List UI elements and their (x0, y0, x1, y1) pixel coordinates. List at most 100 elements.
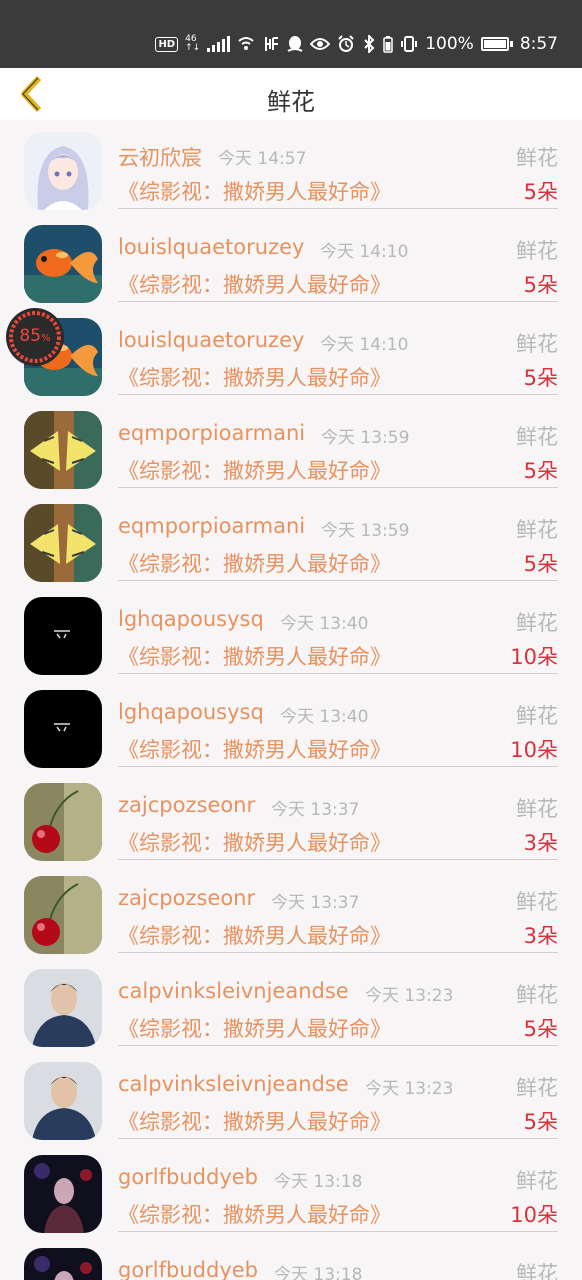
book-title-link[interactable]: 《综影视：撒娇男人最好命》 (118, 827, 391, 857)
sender-name[interactable]: zajcpozseonr (118, 793, 255, 817)
gift-type: 鲜花 (516, 1169, 558, 1193)
divider (118, 859, 558, 860)
gift-time: 今天 13:37 (271, 893, 360, 913)
gift-type: 鲜花 (516, 146, 558, 170)
avatar[interactable] (24, 969, 102, 1047)
app-header: 鲜花 (0, 68, 582, 120)
avatar[interactable] (24, 876, 102, 954)
gift-list-item[interactable]: zajcpozseonr 今天 13:37 鲜花 《综影视：撒娇男人最好命》 3… (0, 864, 582, 957)
wifi-call-icon (237, 33, 255, 55)
book-title-link[interactable]: 《综影视：撒娇男人最好命》 (118, 641, 391, 671)
book-title-link[interactable]: 《综影视：撒娇男人最好命》 (118, 176, 391, 206)
divider (118, 580, 558, 581)
divider (118, 487, 558, 488)
avatar[interactable] (24, 1062, 102, 1140)
book-title-link[interactable]: 《综影视：撒娇男人最好命》 (118, 269, 391, 299)
gift-quantity: 5朵 (523, 366, 558, 390)
gift-time: 今天 13:37 (271, 800, 360, 820)
book-title-link[interactable]: 《综影视：撒娇男人最好命》 (118, 548, 391, 578)
avatar[interactable] (24, 690, 102, 768)
gift-list-item[interactable]: eqmporpioarmani 今天 13:59 鲜花 《综影视：撒娇男人最好命… (0, 492, 582, 585)
sender-name[interactable]: louislquaetoruzey (118, 328, 304, 352)
avatar[interactable] (24, 132, 102, 210)
sender-name[interactable]: gorlfbuddyeb (118, 1258, 258, 1280)
sender-name[interactable]: lghqapousysq (118, 700, 264, 724)
sender-name[interactable]: 云初欣宸 (118, 142, 202, 172)
gift-time: 今天 13:59 (321, 428, 410, 448)
gift-type: 鲜花 (516, 239, 558, 263)
book-title-link[interactable]: 《综影视：撒娇男人最好命》 (118, 734, 391, 764)
book-title-link[interactable]: 《综影视：撒娇男人最好命》 (118, 1106, 391, 1136)
gift-quantity: 10朵 (510, 645, 558, 669)
gift-list-item[interactable]: louislquaetoruzey 今天 14:10 鲜花 《综影视：撒娇男人最… (0, 306, 582, 399)
book-title-link[interactable]: 《综影视：撒娇男人最好命》 (118, 455, 391, 485)
divider (118, 1045, 558, 1046)
gift-quantity: 5朵 (523, 180, 558, 204)
gift-list-item[interactable]: eqmporpioarmani 今天 13:59 鲜花 《综影视：撒娇男人最好命… (0, 399, 582, 492)
gift-list-item[interactable]: calpvinksleivnjeandse 今天 13:23 鲜花 《综影视：撒… (0, 957, 582, 1050)
clock: 8:57 (519, 34, 558, 54)
divider (118, 766, 558, 767)
sender-name[interactable]: eqmporpioarmani (118, 421, 305, 445)
sender-name[interactable]: eqmporpioarmani (118, 514, 305, 538)
gift-type: 鲜花 (516, 983, 558, 1007)
gift-list-item[interactable]: louislquaetoruzey 今天 14:10 鲜花 《综影视：撒娇男人最… (0, 213, 582, 306)
sender-name[interactable]: gorlfbuddyeb (118, 1165, 258, 1189)
divider (118, 208, 558, 209)
avatar[interactable] (24, 504, 102, 582)
gift-list-item[interactable]: gorlfbuddyeb 今天 13:18 鲜花 《综影视：撒娇男人最好命》 1… (0, 1143, 582, 1236)
gift-quantity: 5朵 (523, 273, 558, 297)
gift-list[interactable]: 云初欣宸 今天 14:57 鲜花 《综影视：撒娇男人最好命》 5朵 louisl… (0, 120, 582, 1280)
gift-quantity: 5朵 (523, 459, 558, 483)
page-title: 鲜花 (267, 88, 315, 116)
sender-name[interactable]: lghqapousysq (118, 607, 264, 631)
gift-type: 鲜花 (516, 704, 558, 728)
gift-quantity: 5朵 (523, 1110, 558, 1134)
book-title-link[interactable]: 《综影视：撒娇男人最好命》 (118, 1199, 391, 1229)
gift-type: 鲜花 (516, 425, 558, 449)
gift-quantity: 3朵 (523, 831, 558, 855)
gift-list-item[interactable]: gorlfbuddyeb 今天 13:18 鲜花 《综影视：撒娇男人最好命》 (0, 1236, 582, 1280)
status-bar: HD 46 ↑↓ 100% 8:57 (0, 0, 582, 68)
gift-type: 鲜花 (516, 890, 558, 914)
book-title-link[interactable]: 《综影视：撒娇男人最好命》 (118, 1013, 391, 1043)
sender-name[interactable]: calpvinksleivnjeandse (118, 1072, 349, 1096)
sender-name[interactable]: louislquaetoruzey (118, 235, 304, 259)
avatar[interactable] (24, 783, 102, 861)
qq-icon (287, 33, 303, 55)
book-title-link[interactable]: 《综影视：撒娇男人最好命》 (118, 920, 391, 950)
gift-list-item[interactable]: zajcpozseonr 今天 13:37 鲜花 《综影视：撒娇男人最好命》 3… (0, 771, 582, 864)
gift-type: 鲜花 (516, 332, 558, 356)
sender-name[interactable]: zajcpozseonr (118, 886, 255, 910)
gift-time: 今天 14:10 (320, 242, 409, 262)
divider (118, 952, 558, 953)
book-title-link[interactable]: 《综影视：撒娇男人最好命》 (118, 362, 391, 392)
avatar[interactable] (24, 411, 102, 489)
avatar[interactable] (24, 597, 102, 675)
gift-quantity: 10朵 (510, 738, 558, 762)
signal-icon (207, 36, 231, 52)
avatar[interactable] (24, 225, 102, 303)
gift-time: 今天 13:59 (321, 521, 410, 541)
alarm-icon (337, 33, 355, 55)
hearing-icon (262, 33, 280, 55)
sender-name[interactable]: calpvinksleivnjeandse (118, 979, 349, 1003)
gift-type: 鲜花 (516, 518, 558, 542)
divider (118, 394, 558, 395)
gift-list-item[interactable]: lghqapousysq 今天 13:40 鲜花 《综影视：撒娇男人最好命》 1… (0, 585, 582, 678)
divider (118, 673, 558, 674)
status-icons: HD 46 ↑↓ 100% 8:57 (155, 32, 558, 56)
avatar[interactable] (24, 1248, 102, 1280)
gift-quantity: 10朵 (510, 1203, 558, 1227)
gift-quantity: 5朵 (523, 552, 558, 576)
avatar[interactable] (24, 1155, 102, 1233)
hd-icon: HD (155, 33, 179, 55)
gift-quantity: 3朵 (523, 924, 558, 948)
gift-list-item[interactable]: lghqapousysq 今天 13:40 鲜花 《综影视：撒娇男人最好命》 1… (0, 678, 582, 771)
gift-list-item[interactable]: 云初欣宸 今天 14:57 鲜花 《综影视：撒娇男人最好命》 5朵 (0, 120, 582, 213)
gift-list-item[interactable]: calpvinksleivnjeandse 今天 13:23 鲜花 《综影视：撒… (0, 1050, 582, 1143)
gift-quantity: 5朵 (523, 1017, 558, 1041)
gift-type: 鲜花 (516, 1076, 558, 1100)
floating-progress-badge[interactable]: 85% (6, 308, 64, 366)
divider (118, 1231, 558, 1232)
